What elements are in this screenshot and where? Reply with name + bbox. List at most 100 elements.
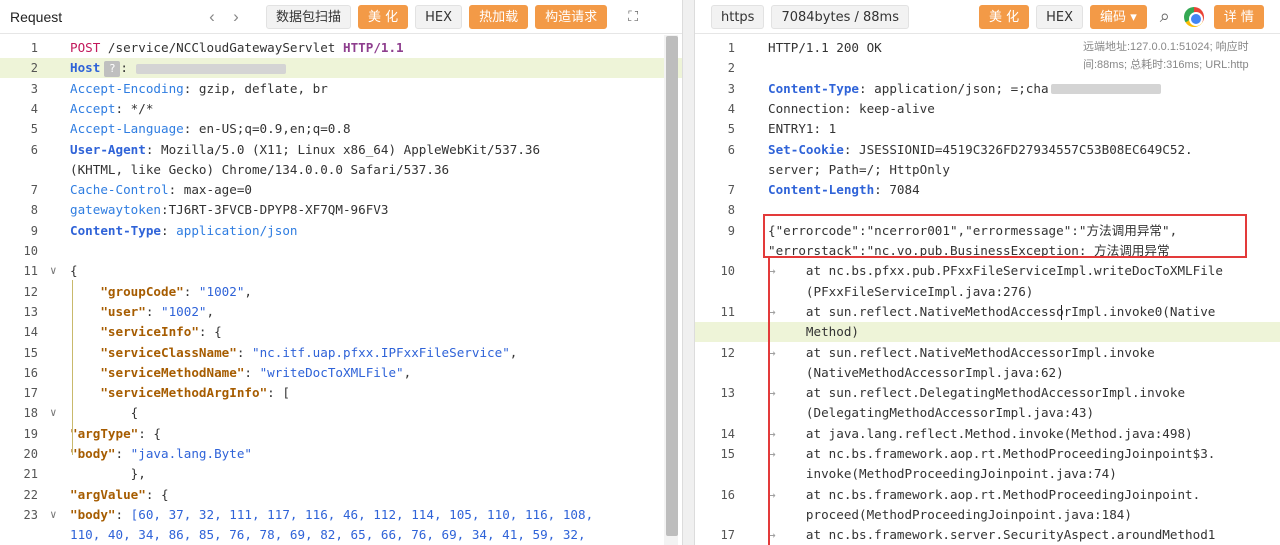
code-token: "user" bbox=[100, 303, 146, 319]
code-token: "body" bbox=[70, 446, 116, 461]
code-token: : Mozilla/5.0 (X11; Linux x86_64) AppleW… bbox=[145, 141, 541, 157]
code-text: }, bbox=[70, 464, 146, 484]
code-token: Content-Length bbox=[768, 182, 875, 198]
host-colon: : bbox=[120, 60, 128, 76]
code-text: Set-Cookie: JSESSIONID=4519C326FD2793455… bbox=[768, 140, 1193, 160]
code-line: (KHTML, like Gecko) Chrome/134.0.0.0 Saf… bbox=[0, 160, 682, 180]
code-token: "serviceMethodArgInfo" bbox=[100, 385, 268, 401]
search-icon[interactable]: ⌕ bbox=[1154, 6, 1176, 28]
expand-icon[interactable]: ⛶ bbox=[622, 6, 644, 28]
code-line: 8 gatewaytoken:TJ6RT-3FVCB-DPYP8-XF7QM-96… bbox=[0, 200, 682, 220]
code-token: "groupCode" bbox=[100, 283, 184, 299]
encoding-dropdown[interactable]: 编码 ▾ bbox=[1090, 4, 1147, 29]
detail-button[interactable]: 详 情 bbox=[1213, 4, 1264, 29]
https-button[interactable]: https bbox=[711, 4, 765, 29]
line-number: 21 bbox=[23, 467, 38, 482]
response-editor[interactable]: 1 HTTP/1.1 200 OK 2 3 Content-Type: applicat… bbox=[695, 35, 1280, 545]
code-line: 18 ∨ { bbox=[0, 403, 682, 423]
code-text: "groupCode": "1002", bbox=[70, 282, 252, 302]
hex-button[interactable]: HEX bbox=[415, 4, 463, 29]
line-number: 12 bbox=[720, 345, 735, 360]
request-scrollbar-thumb[interactable] bbox=[666, 36, 678, 536]
fold-chevron-icon[interactable]: ∨ bbox=[50, 505, 57, 525]
code-token: : [ bbox=[267, 385, 290, 401]
line-number: 5 bbox=[30, 122, 38, 137]
code-text: HTTP/1.1 200 OK bbox=[768, 38, 882, 58]
code-token: , bbox=[244, 283, 253, 299]
response-meta-info: 远端地址:127.0.0.1:51024; 响应时 间:88ms; 总耗时:31… bbox=[1083, 38, 1279, 74]
code-token: Set-Cookie bbox=[768, 141, 844, 157]
line-number: 10 bbox=[720, 264, 735, 279]
line-number: 11 bbox=[23, 264, 38, 279]
code-line: 7 Content-Length: 7084 bbox=[695, 180, 1280, 200]
response-beautify-button[interactable]: 美 化 bbox=[979, 4, 1030, 29]
code-token: ENTRY1: 1 bbox=[768, 121, 837, 137]
code-text: (PFxxFileServiceImpl.java:276) bbox=[768, 282, 1033, 302]
code-token: server; Path=/; HttpOnly bbox=[768, 161, 950, 177]
error-highlight-box bbox=[763, 214, 1247, 258]
line-number: 15 bbox=[23, 345, 38, 360]
response-hex-button[interactable]: HEX bbox=[1036, 4, 1084, 29]
line-number: 9 bbox=[30, 223, 38, 238]
code-line: 10 → at nc.bs.pfxx.pub.PFxxFileServiceImp… bbox=[695, 261, 1280, 281]
code-text: → at java.lang.reflect.Method.invoke(Met… bbox=[768, 424, 1193, 444]
code-line: 13 "user": "1002", bbox=[0, 302, 682, 322]
code-token: "serviceInfo" bbox=[100, 324, 199, 340]
request-editor[interactable]: 1 POST /service/NCCloudGatewayServlet HTT… bbox=[0, 35, 682, 545]
chrome-browser-icon[interactable] bbox=[1183, 6, 1204, 27]
line-number: 6 bbox=[727, 142, 735, 157]
code-text: → at nc.bs.framework.aop.rt.MethodProcee… bbox=[768, 444, 1215, 464]
code-token: invoke(MethodProceedingJoinpoint.java:74… bbox=[768, 466, 1117, 482]
redacted-marker-icon: ? bbox=[104, 60, 121, 77]
code-text: { bbox=[70, 403, 139, 423]
line-number: 13 bbox=[23, 304, 38, 319]
code-token: "nc.itf.uap.pfxx.IPFxxFileService" bbox=[252, 344, 510, 360]
response-toolbar: https 7084bytes / 88ms 美 化 HEX 编码 ▾ ⌕ 详 … bbox=[695, 0, 1280, 34]
code-text: "argValue": { bbox=[70, 485, 169, 505]
code-token: "argValue" bbox=[70, 486, 146, 502]
error-highlight-line bbox=[768, 257, 770, 545]
request-pane: Request ‹ › 数据包扫描 美 化 HEX 热加载 构造请求 ⛶ 1 PO… bbox=[0, 0, 683, 545]
packet-scan-button[interactable]: 数据包扫描 bbox=[266, 4, 352, 29]
hot-load-button[interactable]: 热加载 bbox=[469, 4, 529, 29]
code-token: (DelegatingMethodAccessorImpl.java:43) bbox=[768, 405, 1095, 421]
back-arrow-icon[interactable]: ‹ bbox=[200, 7, 224, 27]
code-token: at sun.reflect.NativeMethodAccessorImpl.… bbox=[805, 303, 1216, 319]
code-line: 23 ∨ "body": [60, 37, 32, 111, 117, 116, 4… bbox=[0, 505, 682, 525]
code-token: : application/json; =;cha bbox=[859, 80, 1049, 96]
construct-request-button[interactable]: 构造请求 bbox=[535, 4, 608, 29]
split-divider[interactable] bbox=[683, 0, 695, 545]
code-text: Accept-Language: en-US;q=0.9,en;q=0.8 bbox=[70, 119, 351, 139]
line-number: 23 bbox=[23, 507, 38, 522]
line-number: 7 bbox=[727, 183, 735, 198]
code-text: (DelegatingMethodAccessorImpl.java:43) bbox=[768, 403, 1094, 423]
line-number: 11 bbox=[720, 304, 735, 319]
line-number: 18 bbox=[23, 406, 38, 421]
code-token: , bbox=[206, 303, 215, 319]
code-line: 110, 40, 34, 86, 85, 76, 78, 69, 82, 65,… bbox=[0, 525, 682, 545]
line-number: 4 bbox=[30, 101, 38, 116]
code-line: 11 → at sun.reflect.NativeMethodAccessorI… bbox=[695, 302, 1280, 322]
code-token: HTTP/1.1 200 OK bbox=[768, 40, 882, 55]
code-line: Method) bbox=[695, 322, 1280, 343]
code-token: → bbox=[768, 344, 806, 360]
code-token: at nc.bs.framework.aop.rt.MethodProceedi… bbox=[805, 446, 1216, 461]
fold-chevron-icon[interactable]: ∨ bbox=[50, 403, 57, 423]
forward-arrow-icon[interactable]: › bbox=[224, 7, 248, 27]
fold-chevron-icon[interactable]: ∨ bbox=[50, 261, 57, 281]
line-number: 17 bbox=[23, 386, 38, 401]
code-text: (KHTML, like Gecko) Chrome/134.0.0.0 Saf… bbox=[70, 160, 449, 180]
code-text: Connection: keep-alive bbox=[768, 99, 935, 119]
code-text: (NativeMethodAccessorImpl.java:62) bbox=[768, 363, 1064, 383]
code-text: Content-Type: application/json bbox=[70, 221, 298, 241]
code-token: → bbox=[768, 385, 806, 401]
beautify-button[interactable]: 美 化 bbox=[358, 4, 409, 29]
code-token: 110, 40, 34, 86, 85, 76, 78, 69, 82, 65,… bbox=[70, 527, 586, 543]
code-text: Content-Type: application/json; =;cha bbox=[768, 79, 1161, 99]
code-token: at sun.reflect.DelegatingMethodAccessorI… bbox=[805, 385, 1186, 401]
code-token: : { bbox=[198, 324, 222, 340]
code-token: at nc.bs.framework.aop.rt.MethodProceedi… bbox=[805, 486, 1201, 502]
indent-guide bbox=[72, 280, 73, 455]
